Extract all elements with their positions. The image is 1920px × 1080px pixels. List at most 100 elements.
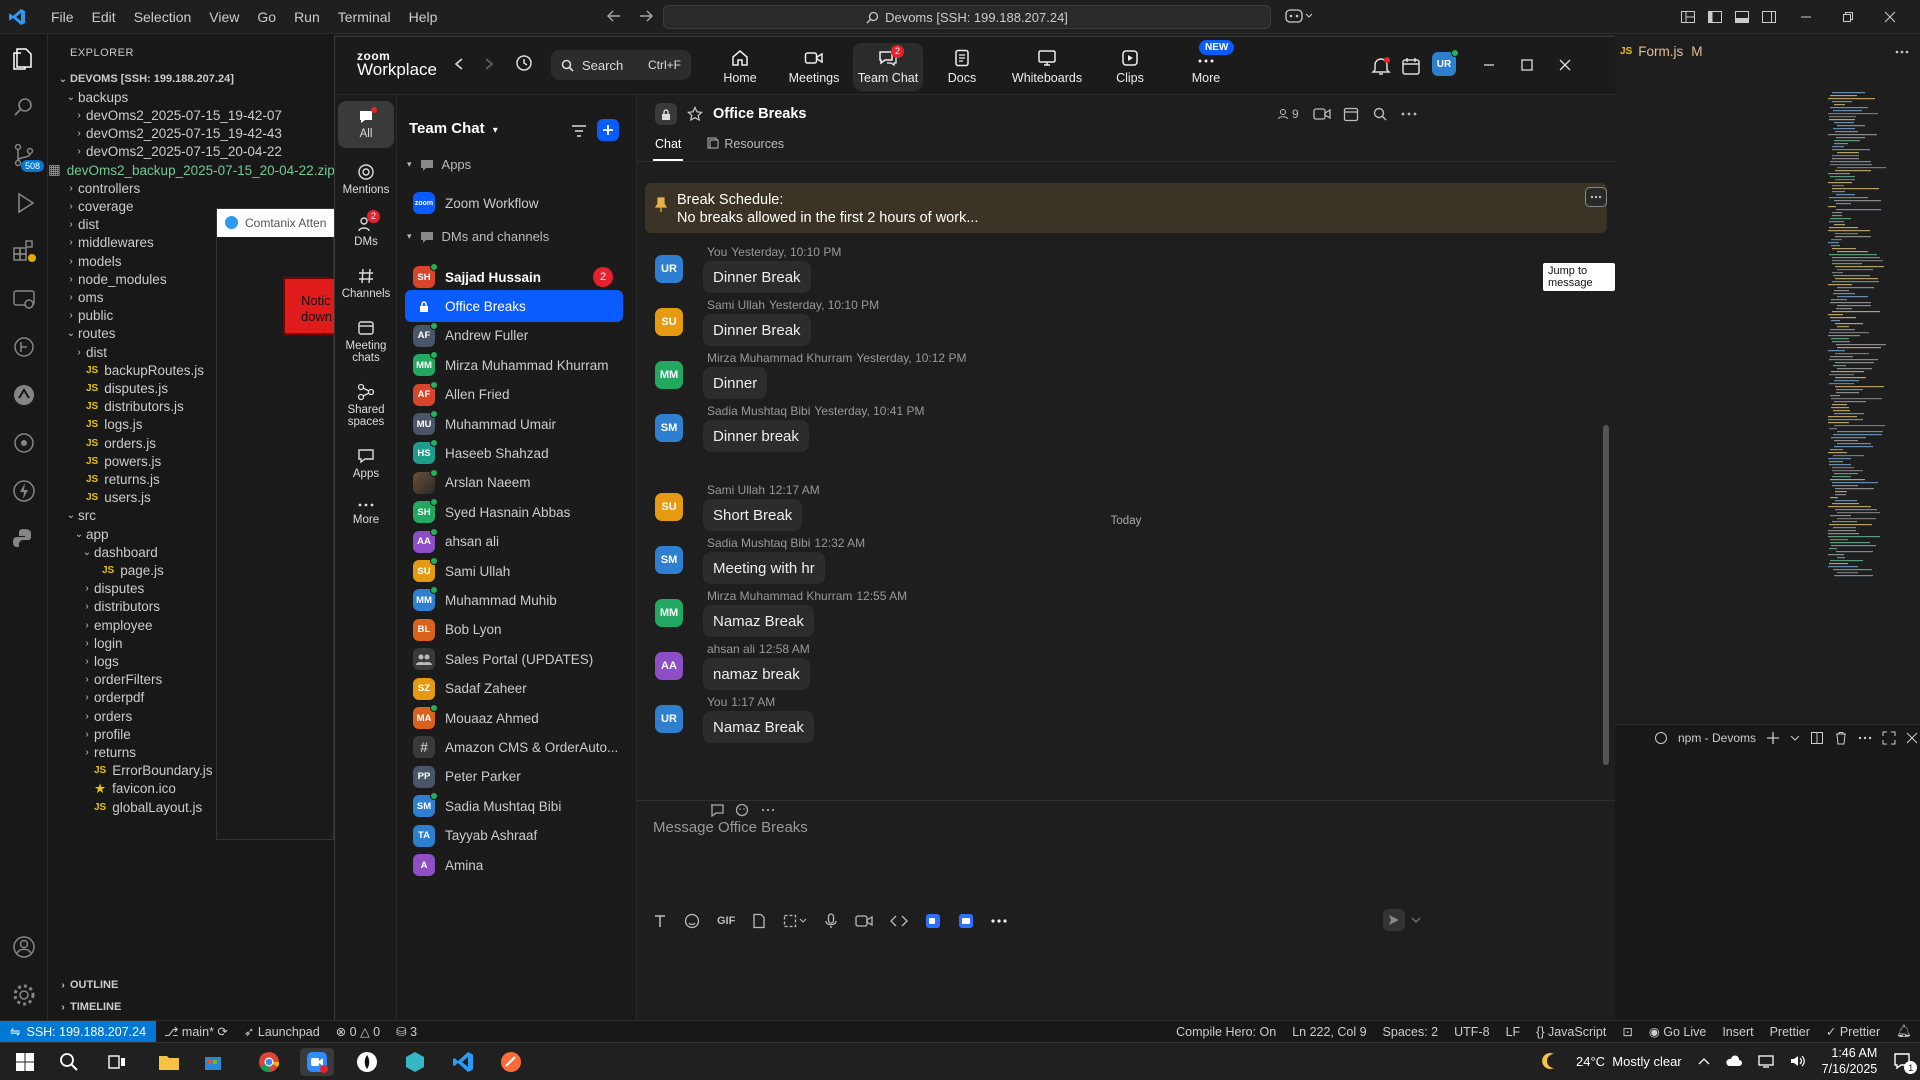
message-bubble[interactable]: Dinner [703,367,768,399]
chat-message[interactable]: UR You 1:17 AM Namaz Break [655,695,1555,747]
history-icon[interactable] [515,54,533,72]
conversation-item[interactable]: MU Muhammad Umair [405,408,623,440]
forward-arrow-icon[interactable] [638,8,654,24]
conversation-item[interactable]: SH Sajjad Hussain 2 [405,261,623,293]
rail-dms[interactable]: 2 DMs [338,210,394,248]
search-icon[interactable] [1373,107,1387,121]
microsoft-store-icon[interactable] [196,1048,230,1076]
message-avatar[interactable]: UR [655,255,683,283]
chevron-down-icon[interactable] [1411,916,1421,924]
conversation-item[interactable]: A Amina [405,849,623,881]
notification-center-icon[interactable]: 1 [1893,1052,1918,1074]
chat-message[interactable]: UR You Yesterday, 10:10 PM Dinner Break [655,245,1555,297]
message-bubble[interactable]: Namaz Break [703,605,814,637]
close-panel-icon[interactable] [1906,732,1918,744]
message-bubble[interactable]: Dinner Break [703,261,811,293]
chat-message[interactable]: SU Sami Ullah Yesterday, 10:10 PM Dinner Br… [655,298,1555,350]
ports-indicator[interactable]: ⛁ 3 [396,1024,417,1039]
conversation-item[interactable]: BL Bob Lyon [405,614,623,646]
docker-icon[interactable] [11,430,37,456]
rail-mentions[interactable]: Mentions [338,163,394,196]
clock[interactable]: 1:46 AM 7/16/2025 [1822,1045,1878,1077]
zoom-app-icon[interactable] [925,913,941,929]
menu-view[interactable]: View [209,9,239,25]
message-bubble[interactable]: Dinner break [703,420,809,452]
app-zoom-workflow[interactable]: zoom Zoom Workflow [405,187,623,219]
apps-section-header[interactable]: ▾ Apps [407,157,471,172]
terminal-label[interactable]: npm - Devoms [1678,731,1756,745]
volume-icon[interactable] [1790,1054,1806,1068]
remote-indicator[interactable]: ⇋ SSH: 199.188.207.24 [0,1020,157,1043]
dms-section-header[interactable]: ▾ DMs and channels [407,229,549,244]
close-icon[interactable] [1559,59,1571,71]
rail-all[interactable]: All [338,101,394,148]
back-arrow-icon[interactable] [453,57,465,71]
menu-edit[interactable]: Edit [92,9,116,25]
extensions-icon[interactable] [11,238,37,264]
app-icon-2[interactable] [398,1048,432,1076]
app-icon-1[interactable] [350,1048,384,1076]
conversation-item[interactable]: SH Syed Hasnain Abbas [405,496,623,528]
chat-message[interactable]: AA ahsan ali 12:58 AM namaz break [655,642,1555,694]
message-avatar[interactable]: SU [655,308,683,336]
postman-icon[interactable] [494,1048,528,1076]
video-call-icon[interactable] [1313,107,1331,121]
send-icon[interactable] [1383,909,1405,931]
rail-meeting-chats[interactable]: Meeting chats [338,319,394,364]
pinned-more-icon[interactable] [1585,187,1607,207]
copilot-status-icon[interactable]: ⊡ [1622,1024,1632,1039]
calendar-icon[interactable] [1343,106,1359,122]
minimize-icon[interactable] [1483,59,1495,71]
nav-team-chat[interactable]: Team Chat 2 [853,43,923,91]
message-avatar[interactable]: SM [655,546,683,574]
toggle-panel-icon[interactable] [1734,9,1750,25]
more-tools-icon[interactable] [991,918,1007,924]
restore-icon[interactable] [1842,11,1854,23]
nav-docs[interactable]: Docs [927,43,997,91]
menu-terminal[interactable]: Terminal [338,9,391,25]
settings-gear-icon[interactable] [11,982,37,1008]
ellipsis-icon[interactable] [1401,111,1417,117]
forward-arrow-icon[interactable] [483,57,495,71]
task-view-icon[interactable] [100,1048,134,1076]
conversation-item[interactable]: SM Sadia Mushtaq Bibi [405,790,623,822]
conversation-item[interactable]: Sales Portal (UPDATES) [405,643,623,675]
network-icon[interactable] [1757,1054,1774,1068]
browser-tab[interactable]: Comtanix Atten [217,209,335,237]
notifications-bell-icon[interactable]: 🔔︎ [1896,1024,1912,1039]
file-explorer-icon[interactable] [152,1048,186,1076]
prettier-status[interactable]: Prettier [1770,1025,1810,1039]
chat-scrollbar[interactable] [1603,425,1609,765]
minimize-icon[interactable] [1800,11,1812,23]
conversation-item[interactable]: Arslan Naeem [405,467,623,499]
source-control-icon[interactable]: 508 [11,142,45,172]
command-center[interactable]: Devoms [SSH: 199.188.207.24] [663,5,1271,29]
conversation-item[interactable]: HS Haseeb Shahzad [405,437,623,469]
split-terminal-icon[interactable] [1810,731,1824,745]
menu-help[interactable]: Help [409,9,438,25]
star-icon[interactable] [687,106,703,122]
conversation-item[interactable]: MA Mouaaz Ahmed [405,702,623,734]
search-icon[interactable] [11,94,37,120]
conversation-item[interactable]: SZ Sadaf Zaheer [405,673,623,705]
message-avatar[interactable]: SU [655,493,683,521]
message-bubble[interactable]: Short Break [703,499,803,531]
tab-resources[interactable]: Resources [705,133,786,161]
more-actions-icon[interactable] [1894,44,1910,60]
menu-file[interactable]: File [51,9,74,25]
editor-tab-form[interactable]: JS Form.js M [1614,34,1749,68]
conversation-item[interactable]: SU Sami Ullah [405,555,623,587]
launchpad[interactable]: ➶ Launchpad [244,1024,320,1039]
end-of-line[interactable]: LF [1506,1025,1521,1039]
zoom-search[interactable]: Search Ctrl+F [551,50,691,80]
zoom-taskbar-icon[interactable] [300,1048,334,1076]
conversation-item[interactable]: # Amazon CMS & OrderAuto... [405,731,623,763]
calendar-icon[interactable] [1401,56,1421,76]
team-chat-title[interactable]: Team Chat ▾ [409,120,498,137]
chat-title[interactable]: Office Breaks [713,106,807,122]
message-bubble[interactable]: Meeting with hr [703,552,825,584]
weather-widget[interactable]: 24°C Mostly clear [1576,1054,1682,1069]
attach-file-icon[interactable] [752,913,766,929]
rail-shared-spaces[interactable]: Shared spaces [338,383,394,428]
nav-clips[interactable]: Clips [1095,43,1165,91]
